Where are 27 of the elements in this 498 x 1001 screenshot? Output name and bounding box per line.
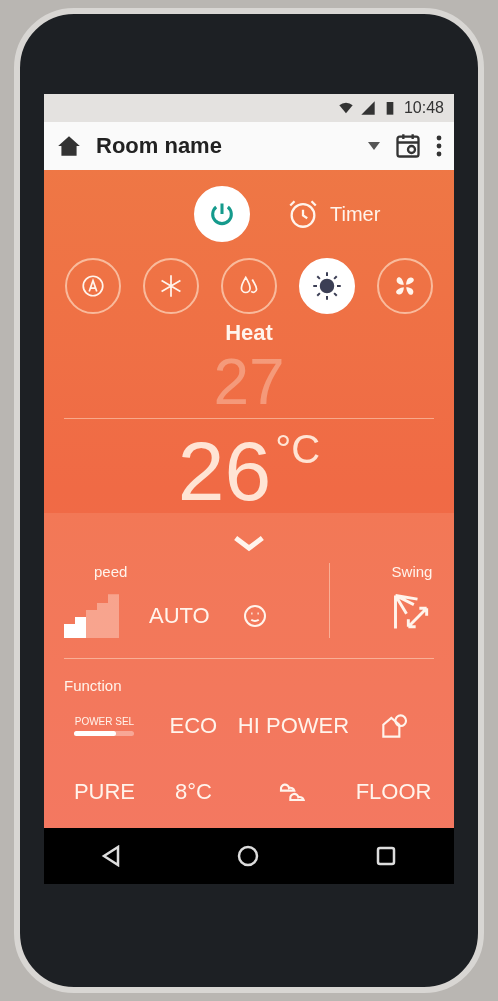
signal-icon	[359, 99, 376, 116]
temperature-unit: °C	[275, 429, 321, 470]
power-select-button[interactable]: POWER SEL	[68, 715, 141, 738]
recent-apps-icon[interactable]	[374, 845, 397, 868]
power-button[interactable]	[194, 186, 250, 243]
more-menu-icon[interactable]	[436, 135, 442, 158]
sun-icon	[312, 271, 342, 302]
function-button[interactable]: PURE	[73, 779, 135, 806]
function-button[interactable]: ECO	[169, 713, 218, 740]
snowflake-icon	[158, 273, 184, 300]
dropdown-caret-icon[interactable]	[368, 142, 380, 151]
current-temperature: 26	[177, 429, 272, 514]
clock-time: 10:48	[403, 98, 444, 117]
function-button[interactable]: 8°C	[174, 779, 212, 806]
function-label: Function	[63, 676, 123, 697]
room-name-title[interactable]: Room name	[96, 133, 354, 160]
timer-button[interactable]: Timer	[286, 197, 381, 232]
function-button[interactable]: FLOOR	[355, 779, 432, 806]
function-button[interactable]: HI POWER	[237, 713, 350, 740]
calendar-clock-icon[interactable]	[394, 132, 422, 161]
auto-mode-icon	[80, 273, 106, 300]
mode-label: Heat	[225, 320, 273, 347]
home-button-icon[interactable]	[236, 844, 260, 869]
auto-fan-button[interactable]: AUTO	[149, 603, 210, 630]
fan-speed-label: peed	[93, 563, 129, 581]
back-icon[interactable]	[101, 845, 122, 868]
swing-label: Swing	[391, 563, 433, 581]
